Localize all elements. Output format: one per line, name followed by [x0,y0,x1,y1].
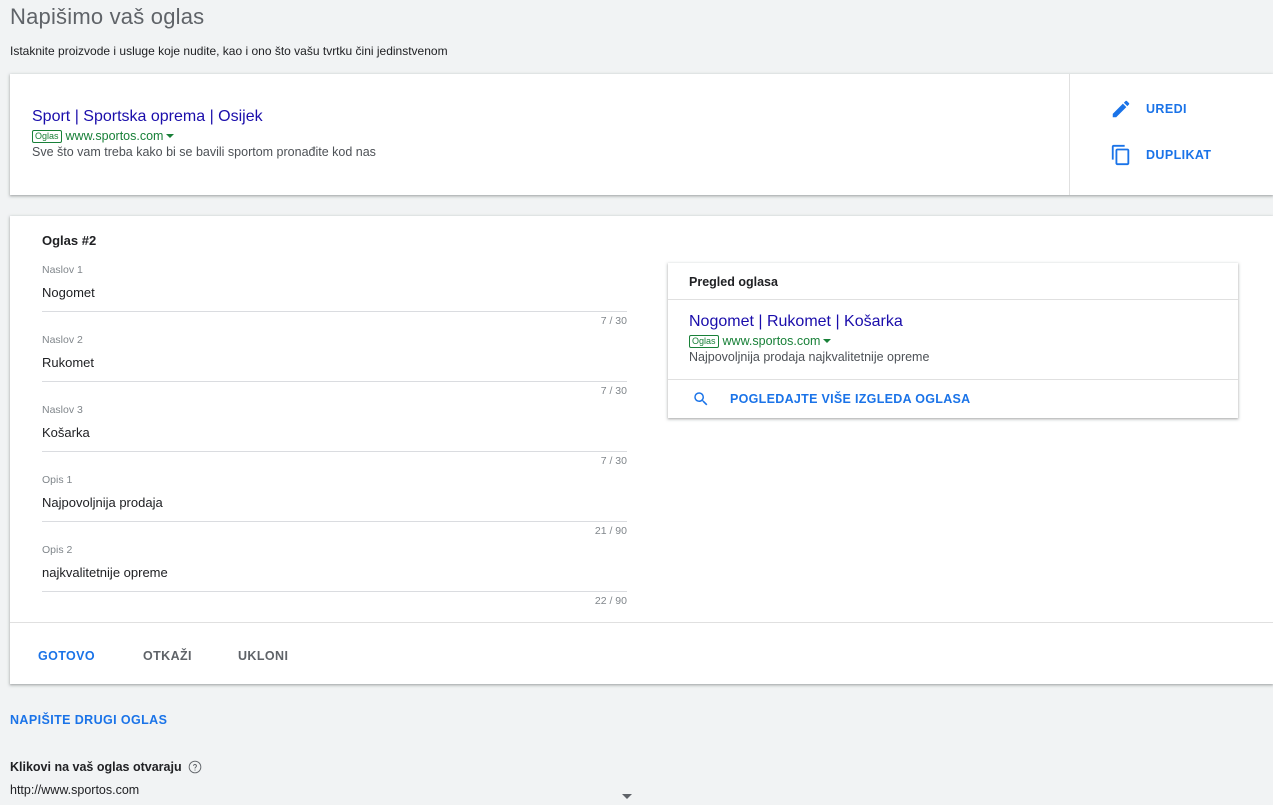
field-label: Naslov 3 [42,404,83,416]
description-2-input[interactable] [42,558,627,592]
done-button[interactable]: GOTOVO [38,649,95,663]
headline-3-field: Naslov 3 7 / 30 [42,404,627,467]
ad-badge: Oglas [32,129,62,143]
url-caret-icon [823,339,832,343]
headline-2-field: Naslov 2 7 / 30 [42,334,627,397]
preview-description: Najpovoljnija prodaja najkvalitetnije op… [689,350,930,364]
ad-description: Sve što vam treba kako bi se bavili spor… [32,145,376,159]
preview-headline: Nogomet | Rukomet | Košarka [689,313,903,330]
see-more-label: POGLEDAJTE VIŠE IZGLEDA OGLASA [730,391,971,406]
landing-url-value: http://www.sportos.com [10,783,140,797]
ad-text-preview: Sport | Sportska oprema | Osijek Oglas w… [32,107,376,159]
ad-display-url: www.sportos.com [65,129,164,143]
description-2-field: Opis 2 22 / 90 [42,544,627,607]
editor-title: Oglas #2 [42,233,97,248]
field-label: Naslov 2 [42,334,83,346]
page-title: Napišimo vaš oglas [10,4,205,29]
ad-editor-card: Oglas #2 Naslov 1 7 / 30 Naslov 2 7 / 30… [10,216,1273,684]
remove-button[interactable]: UKLONI [238,649,288,663]
character-counter: 7 / 30 [600,315,627,327]
edit-label: UREDI [1146,102,1187,116]
chevron-down-icon [622,794,632,799]
help-circle-icon[interactable] [188,760,202,774]
headline-3-input[interactable] [42,418,627,452]
ad-preview-panel: Pregled oglasa Nogomet | Rukomet | Košar… [668,263,1238,418]
character-counter: 22 / 90 [594,595,627,607]
page-subtitle: Istaknite proizvode i usluge koje nudite… [10,44,448,58]
editor-footer-divider [10,622,1273,623]
preview-display-url: www.sportos.com [722,334,821,348]
preview-url-row: Oglas www.sportos.com [689,334,1238,348]
field-label: Opis 1 [42,474,73,486]
clicks-label-text: Klikovi na vaš oglas otvaraju [10,760,182,774]
description-1-input[interactable] [42,488,627,522]
duplicate-label: DUPLIKAT [1146,148,1212,162]
duplicate-button[interactable]: DUPLIKAT [1110,144,1211,166]
url-caret-icon [166,134,175,138]
character-counter: 7 / 30 [600,455,627,467]
preview-header: Pregled oglasa [668,263,1238,300]
copy-icon [1111,144,1130,166]
headline-1-field: Naslov 1 7 / 30 [42,264,627,327]
headline-2-input[interactable] [42,348,627,382]
cancel-button[interactable]: OTKAŽI [143,649,192,663]
field-label: Opis 2 [42,544,73,556]
description-1-field: Opis 1 21 / 90 [42,474,627,537]
field-label: Naslov 1 [42,264,83,276]
see-more-previews-button[interactable]: POGLEDAJTE VIŠE IZGLEDA OGLASA [668,380,1238,417]
headline-1-input[interactable] [42,278,627,312]
write-another-ad-button[interactable]: NAPIŠITE DRUGI OGLAS [10,713,167,727]
ad-url-row: Oglas www.sportos.com [32,129,376,143]
ad-card-actions: UREDI DUPLIKAT [1069,74,1273,195]
edit-button[interactable]: UREDI [1110,98,1187,120]
character-counter: 7 / 30 [600,385,627,397]
existing-ad-card: Sport | Sportska oprema | Osijek Oglas w… [10,74,1273,195]
ad-headline: Sport | Sportska oprema | Osijek [32,108,263,125]
pencil-icon [1112,100,1130,118]
landing-url-dropdown[interactable]: http://www.sportos.com [10,783,638,805]
character-counter: 21 / 90 [594,525,627,537]
ad-badge: Oglas [689,334,719,348]
search-icon [694,391,708,405]
clicks-open-label: Klikovi na vaš oglas otvaraju [10,760,202,774]
preview-body: Nogomet | Rukomet | Košarka Oglas www.sp… [668,300,1238,380]
